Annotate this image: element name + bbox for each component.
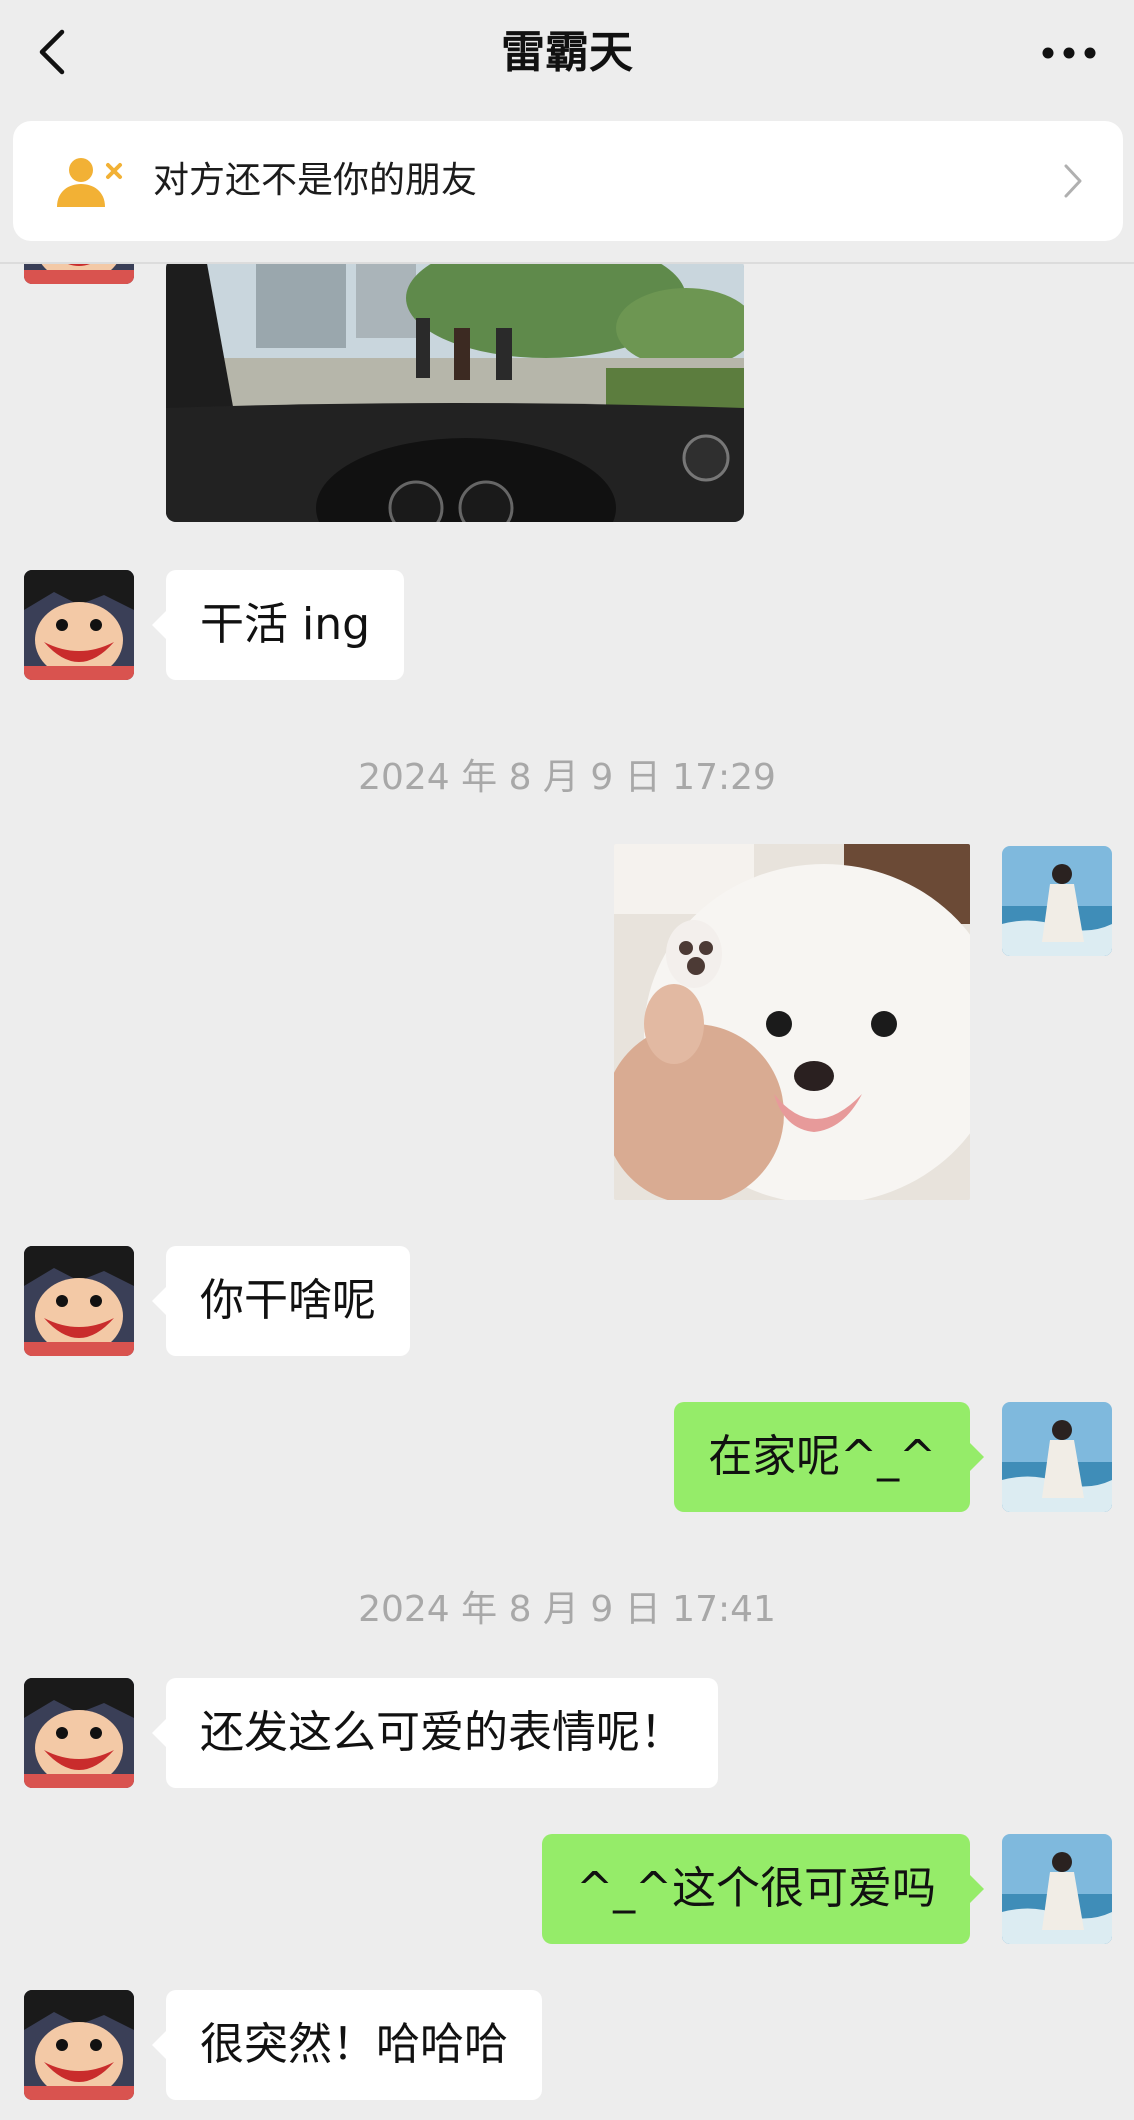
message-bubble-outgoing[interactable]: ^_^这个很可爱吗 xyxy=(542,1834,984,1944)
user-remove-icon xyxy=(57,158,122,207)
chat-area[interactable]: 干活 ing 2024 年 8 月 9 日 17:29 你干啥呢 在家呢^_^ … xyxy=(0,264,1134,2120)
avatar-contact[interactable] xyxy=(24,1246,134,1356)
avatar-contact[interactable] xyxy=(24,264,134,284)
message-bubble-incoming[interactable]: 你干啥呢 xyxy=(152,1246,410,1356)
avatar-contact[interactable] xyxy=(24,570,134,680)
banner-text: 对方还不是你的朋友 xyxy=(153,160,478,201)
avatar-contact[interactable] xyxy=(24,1678,134,1788)
message-bubble-incoming[interactable]: 很突然！哈哈哈 xyxy=(152,1990,542,2100)
image-message-dog-sticker[interactable] xyxy=(614,844,970,1200)
chevron-right-icon xyxy=(1064,164,1082,198)
more-button[interactable] xyxy=(1034,28,1104,78)
message-bubble-incoming[interactable]: 还发这么可爱的表情呢！ xyxy=(152,1678,718,1788)
timestamp: 2024 年 8 月 9 日 17:41 xyxy=(358,1589,776,1630)
nav-bar: 雷霸天 xyxy=(0,0,1134,110)
avatar-self[interactable] xyxy=(1002,1402,1112,1512)
message-bubble-incoming[interactable]: 干活 ing xyxy=(151,570,405,680)
timestamp: 2024 年 8 月 9 日 17:29 xyxy=(358,757,776,798)
more-dots-icon xyxy=(1042,47,1096,59)
image-message-car[interactable] xyxy=(166,264,744,522)
chat-title: 雷霸天 xyxy=(501,27,633,78)
avatar-self[interactable] xyxy=(1002,846,1112,956)
avatar-self[interactable] xyxy=(1002,1834,1112,1944)
message-bubble-outgoing[interactable]: 在家呢^_^ xyxy=(674,1402,984,1512)
not-friend-banner[interactable]: 对方还不是你的朋友 xyxy=(13,121,1123,241)
avatar-contact[interactable] xyxy=(24,1990,134,2100)
